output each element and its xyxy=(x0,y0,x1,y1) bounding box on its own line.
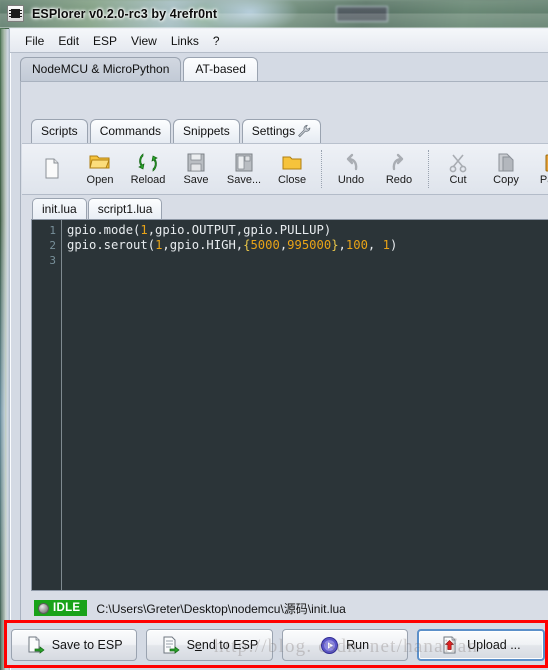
reload-icon xyxy=(137,152,159,173)
toolbar-save-as-button[interactable]: Save... xyxy=(220,145,268,193)
toolbar-save-label: Save xyxy=(183,174,209,186)
tab-snippets[interactable]: Snippets xyxy=(173,119,240,143)
copy-icon xyxy=(495,152,517,173)
run-button[interactable]: Run xyxy=(281,629,408,661)
tab-snippets-label: Snippets xyxy=(183,124,230,138)
run-play-icon xyxy=(320,636,339,655)
toolbar-reload-label: Reload xyxy=(130,174,166,186)
file-tab-script1-lua[interactable]: script1.lua xyxy=(87,198,163,220)
toolbar-open-label: Open xyxy=(86,174,114,186)
toolbar-new-button[interactable] xyxy=(28,145,76,193)
open-folder-icon xyxy=(89,152,111,173)
wrench-icon xyxy=(297,124,311,138)
status-badge-label: IDLE xyxy=(53,602,81,614)
send-to-esp-mnemonic: e xyxy=(194,638,202,652)
toolbar-close-button[interactable]: Close xyxy=(268,145,316,193)
code-line: gpio.serout(1,gpio.HIGH,{5000,995000},10… xyxy=(67,238,398,252)
tab-scripts-label: Scripts xyxy=(41,124,78,138)
highlight-box: Save to ESP Send to ESP Run Upload ... xyxy=(4,620,548,668)
window-title: ESPlorer v0.2.0-rc3 by 4refr0nt xyxy=(32,6,218,21)
redo-icon xyxy=(388,152,410,173)
paste-icon xyxy=(543,152,548,173)
tab-commands-label: Commands xyxy=(99,124,162,138)
menu-help[interactable]: ? xyxy=(206,32,227,50)
menu-view[interactable]: View xyxy=(124,32,164,50)
tab-settings[interactable]: Settings xyxy=(241,119,322,143)
scissors-icon xyxy=(447,152,469,173)
status-badge: IDLE xyxy=(34,600,88,616)
save-to-esp-icon xyxy=(26,636,45,655)
tab-scripts[interactable]: Scripts xyxy=(31,119,88,143)
tab-nodemcu-micropython[interactable]: NodeMCU & MicroPython xyxy=(20,57,182,81)
file-tab-init-lua[interactable]: init.lua xyxy=(32,198,87,220)
send-to-esp-icon xyxy=(161,636,180,655)
line-number: 3 xyxy=(49,254,56,267)
toolbar-close-label: Close xyxy=(277,174,307,186)
toolbar-reload-button[interactable]: Reload xyxy=(124,145,172,193)
toolbar-undo-button[interactable]: Undo xyxy=(327,145,375,193)
save-disk-icon xyxy=(185,152,207,173)
status-led-icon xyxy=(38,602,49,614)
line-number-gutter: 1 2 3 xyxy=(32,220,62,590)
save-to-esp-label: Save to ESP xyxy=(51,638,123,652)
new-file-icon xyxy=(41,158,63,179)
close-folder-icon xyxy=(281,152,303,173)
toolbar-paste-label: Paste xyxy=(539,174,548,186)
section-tab-bar: Scripts Commands Snippets Settings xyxy=(31,118,541,143)
code-text-area[interactable]: gpio.mode(1,gpio.OUTPUT,gpio.PULLUP) gpio… xyxy=(62,220,548,590)
send-to-esp-label: Send to ESP xyxy=(186,638,259,652)
upload-button[interactable]: Upload ... xyxy=(416,629,545,661)
toolbar-copy-label: Copy xyxy=(493,174,519,186)
file-tab-bar: init.lua script1.lua xyxy=(32,198,532,220)
save-as-icon xyxy=(233,152,255,173)
run-label: Run xyxy=(346,638,370,652)
undo-icon xyxy=(340,152,362,173)
toolbar-save-as-label: Save... xyxy=(226,174,262,186)
upload-icon xyxy=(441,636,460,655)
chip-icon xyxy=(7,5,24,22)
scripts-panel: Scripts Commands Snippets Settings Open … xyxy=(20,81,548,661)
editor-toolbar: Open Reload Save Save... Close Undo Redo… xyxy=(22,143,548,195)
status-bar: IDLE C:\Users\Greter\Desktop\nodemcu\源码\… xyxy=(22,594,548,622)
send-to-esp-button[interactable]: Send to ESP xyxy=(146,629,273,661)
toolbar-redo-button[interactable]: Redo xyxy=(375,145,423,193)
toolbar-cut-button[interactable]: Cut xyxy=(434,145,482,193)
tab-commands[interactable]: Commands xyxy=(89,119,172,143)
menu-bar: File Edit ESP View Links ? xyxy=(10,29,548,53)
toolbar-copy-button[interactable]: Copy xyxy=(482,145,530,193)
toolbar-open-button[interactable]: Open xyxy=(76,145,124,193)
upload-label: Upload ... xyxy=(467,638,521,652)
menu-file[interactable]: File xyxy=(18,32,51,50)
code-line: gpio.mode(1,gpio.OUTPUT,gpio.PULLUP) xyxy=(67,223,332,237)
toolbar-redo-label: Redo xyxy=(385,174,413,186)
menu-edit[interactable]: Edit xyxy=(51,32,86,50)
toolbar-separator-1 xyxy=(321,150,322,188)
title-bar[interactable]: ESPlorer v0.2.0-rc3 by 4refr0nt xyxy=(0,0,548,28)
tab-settings-label: Settings xyxy=(251,124,296,138)
window-frame: File Edit ESP View Links ? NodeMCU & Mic… xyxy=(1,28,548,670)
esplorer-window: ESPlorer v0.2.0-rc3 by 4refr0nt File Edi… xyxy=(0,0,548,670)
tab-at-based[interactable]: AT-based xyxy=(183,57,258,81)
line-number: 1 xyxy=(49,224,56,237)
current-file-path: C:\Users\Greter\Desktop\nodemcu\源码\init.… xyxy=(96,601,346,616)
toolbar-undo-label: Undo xyxy=(337,174,365,186)
esp-action-row: Save to ESP Send to ESP Run Upload ... xyxy=(11,628,545,662)
toolbar-save-button[interactable]: Save xyxy=(172,145,220,193)
menu-esp[interactable]: ESP xyxy=(86,32,124,50)
toolbar-separator-2 xyxy=(428,150,429,188)
toolbar-paste-button[interactable]: Paste xyxy=(530,145,548,193)
menu-links[interactable]: Links xyxy=(164,32,206,50)
line-number: 2 xyxy=(49,239,56,252)
save-to-esp-button[interactable]: Save to ESP xyxy=(11,629,138,661)
code-editor[interactable]: 1 2 3 gpio.mode(1,gpio.OUTPUT,gpio.PULLU… xyxy=(31,219,548,591)
platform-tab-bar: NodeMCU & MicroPython AT-based xyxy=(20,56,548,81)
toolbar-cut-label: Cut xyxy=(449,174,467,186)
